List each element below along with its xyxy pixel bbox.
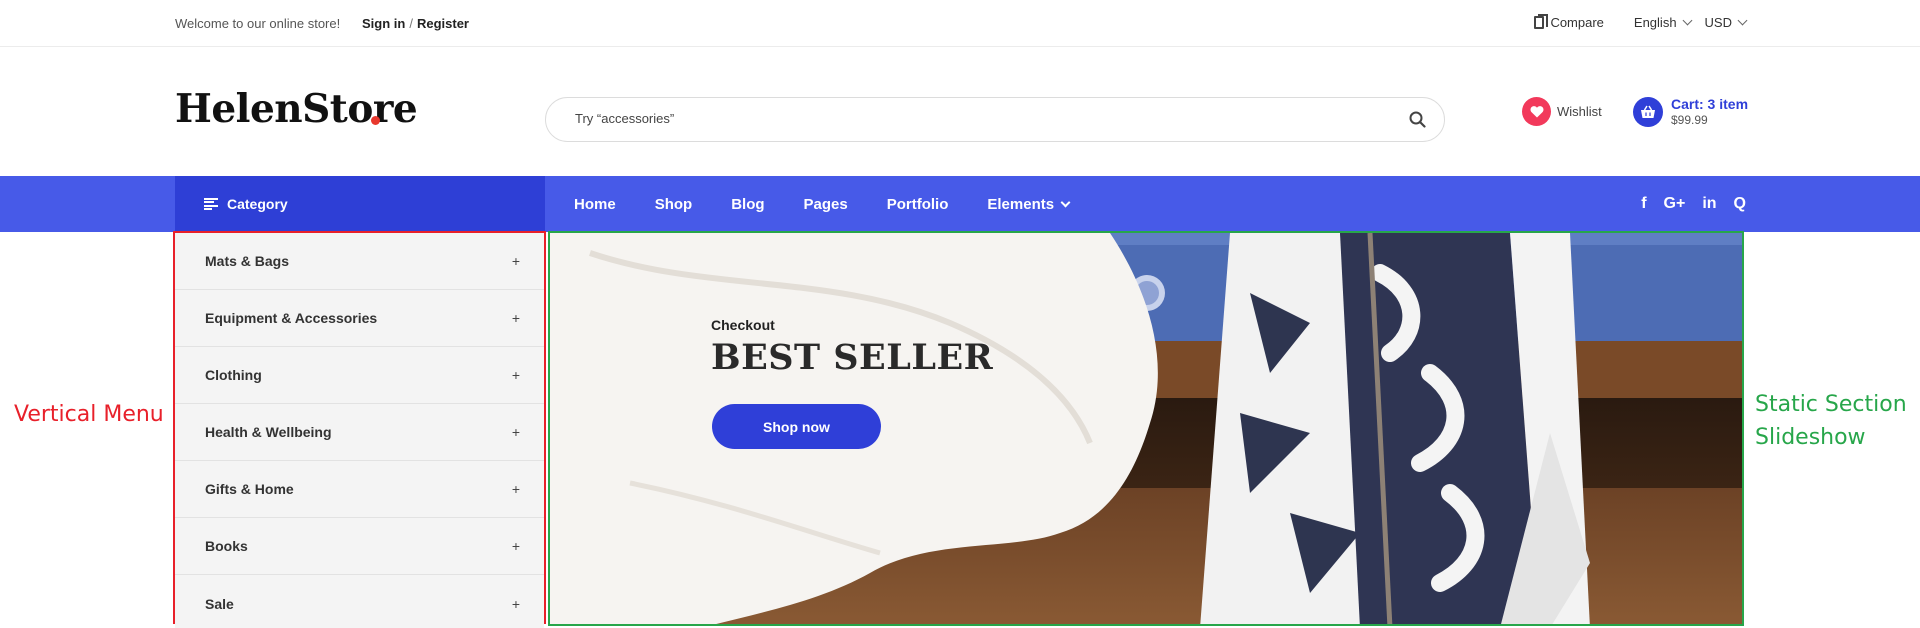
vertical-menu-item-label: Clothing bbox=[205, 367, 262, 383]
wishlist-label: Wishlist bbox=[1557, 104, 1602, 119]
vertical-menu-item-label: Equipment & Accessories bbox=[205, 310, 378, 326]
plus-icon[interactable]: + bbox=[512, 538, 520, 554]
compare-label: Compare bbox=[1550, 15, 1604, 30]
compare-link[interactable]: Compare bbox=[1534, 14, 1604, 30]
language-dropdown[interactable]: English bbox=[1633, 15, 1692, 30]
register-link[interactable]: Register bbox=[417, 16, 469, 31]
annotation-slideshow-line2: Slideshow bbox=[1755, 425, 1866, 450]
slide-title: BEST SELLER bbox=[711, 337, 994, 378]
plus-icon[interactable]: + bbox=[512, 481, 520, 497]
menu-icon bbox=[204, 198, 218, 210]
category-toggle[interactable]: Category bbox=[175, 176, 545, 232]
search-icon[interactable] bbox=[1409, 111, 1426, 128]
cart-summary: Cart: 3 item $99.99 bbox=[1671, 96, 1748, 127]
sign-in-link[interactable]: Sign in bbox=[362, 16, 405, 31]
vertical-menu-item-gifts-home[interactable]: Gifts & Home + bbox=[175, 461, 544, 518]
shop-now-button[interactable]: Shop now bbox=[712, 404, 881, 449]
cart-total: $99.99 bbox=[1671, 113, 1708, 127]
annotation-slideshow-line1: Static Section bbox=[1755, 392, 1907, 417]
logo-dot bbox=[371, 116, 380, 125]
chevron-down-icon bbox=[1682, 15, 1692, 26]
basket-icon bbox=[1633, 96, 1663, 127]
quora-icon[interactable]: Q bbox=[1734, 195, 1746, 213]
google-plus-icon[interactable]: G+ bbox=[1664, 195, 1686, 213]
plus-icon[interactable]: + bbox=[512, 367, 520, 383]
chevron-down-icon bbox=[1060, 197, 1071, 207]
language-value: English bbox=[1633, 15, 1677, 30]
auth-links: Sign in / Register bbox=[362, 16, 469, 31]
nav-elements-label: Elements bbox=[987, 195, 1055, 213]
top-right-controls: Compare English USD bbox=[1534, 14, 1748, 30]
vertical-menu-item-books[interactable]: Books + bbox=[175, 518, 544, 575]
wishlist-link[interactable]: Wishlist bbox=[1522, 97, 1602, 126]
heart-icon bbox=[1522, 97, 1551, 126]
plus-icon[interactable]: + bbox=[512, 310, 520, 326]
facebook-icon[interactable]: f bbox=[1641, 195, 1646, 213]
vertical-menu: Mats & Bags + Equipment & Accessories + Cl… bbox=[173, 231, 546, 628]
annotation-slideshow: Static Section Slideshow bbox=[1755, 388, 1907, 454]
nav-home[interactable]: Home bbox=[574, 196, 616, 213]
vertical-menu-item-equipment[interactable]: Equipment & Accessories + bbox=[175, 290, 544, 347]
linkedin-icon[interactable]: in bbox=[1702, 195, 1716, 213]
plus-icon[interactable]: + bbox=[512, 253, 520, 269]
compare-icon bbox=[1534, 14, 1549, 29]
cart-count: Cart: 3 item bbox=[1671, 96, 1749, 112]
slide-subtitle: Checkout bbox=[711, 317, 775, 333]
vertical-menu-item-label: Books bbox=[205, 538, 248, 554]
vertical-menu-item-sale[interactable]: Sale + bbox=[175, 575, 544, 628]
nav-blog[interactable]: Blog bbox=[731, 196, 764, 213]
currency-dropdown[interactable]: USD bbox=[1704, 15, 1748, 30]
welcome-text: Welcome to our online store! bbox=[175, 16, 341, 31]
search-bar bbox=[545, 97, 1445, 142]
vertical-menu-item-label: Gifts & Home bbox=[205, 481, 294, 497]
vertical-menu-item-mats-bags[interactable]: Mats & Bags + bbox=[175, 233, 544, 290]
category-label: Category bbox=[227, 196, 288, 212]
top-bar: Welcome to our online store! Sign in / Reg… bbox=[0, 0, 1920, 47]
vertical-menu-item-label: Mats & Bags bbox=[205, 253, 290, 269]
vertical-menu-item-label: Sale bbox=[205, 595, 234, 612]
nav-links: Home Shop Blog Pages Portfolio Elements bbox=[574, 176, 1108, 232]
nav-portfolio[interactable]: Portfolio bbox=[887, 196, 949, 213]
store-logo[interactable]: HelenStore bbox=[175, 86, 418, 132]
cart-link[interactable]: Cart: 3 item $99.99 bbox=[1633, 96, 1748, 127]
search-input[interactable] bbox=[575, 111, 1375, 126]
auth-separator: / bbox=[409, 16, 413, 31]
vertical-menu-item-health[interactable]: Health & Wellbeing + bbox=[175, 404, 544, 461]
vertical-menu-item-clothing[interactable]: Clothing + bbox=[175, 347, 544, 404]
chevron-down-icon bbox=[1737, 15, 1748, 26]
social-links: f G+ in Q bbox=[1641, 176, 1746, 232]
currency-value: USD bbox=[1704, 15, 1732, 30]
annotation-vertical-menu: Vertical Menu bbox=[14, 402, 164, 427]
plus-icon[interactable]: + bbox=[512, 596, 520, 612]
nav-shop[interactable]: Shop bbox=[655, 196, 693, 213]
plus-icon[interactable]: + bbox=[512, 424, 520, 440]
nav-elements[interactable]: Elements bbox=[987, 195, 1071, 213]
hero-slideshow: Checkout BEST SELLER Shop now bbox=[548, 231, 1744, 626]
nav-pages[interactable]: Pages bbox=[804, 196, 848, 213]
vertical-menu-item-label: Health & Wellbeing bbox=[205, 424, 332, 440]
